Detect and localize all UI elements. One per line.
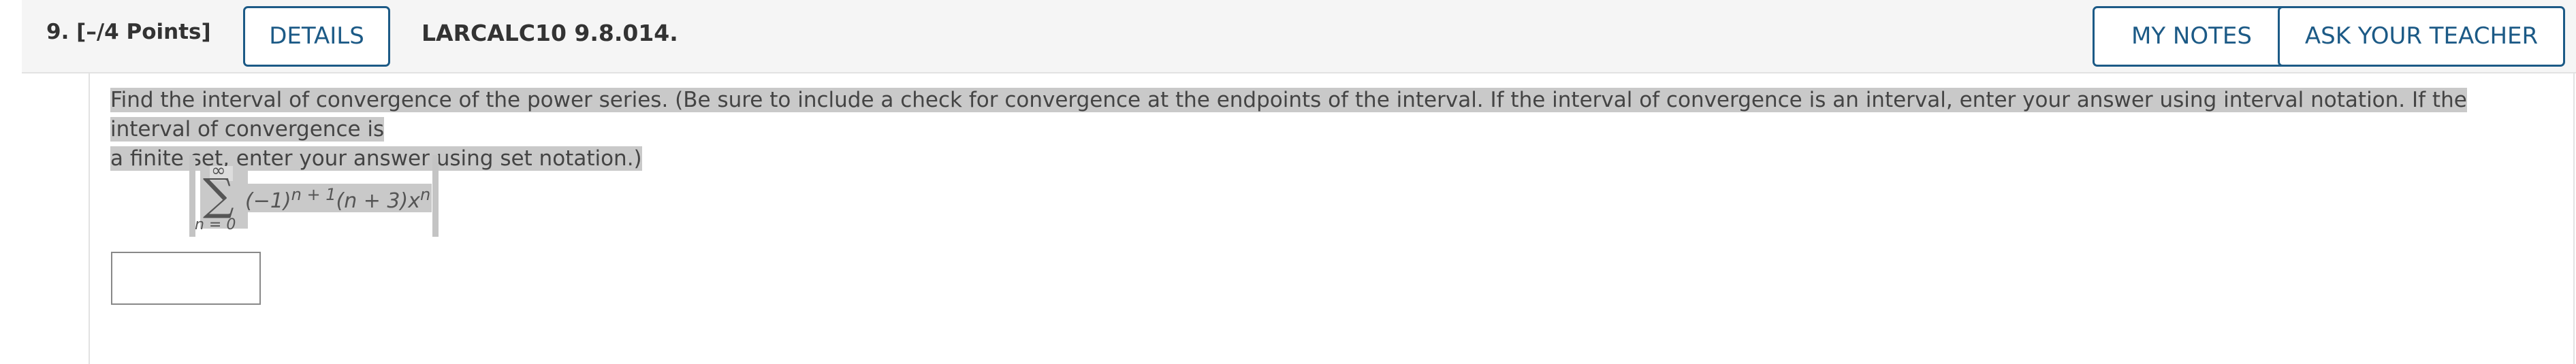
my-notes-button[interactable]: MY NOTES xyxy=(2093,6,2291,67)
right-divider xyxy=(2573,73,2575,364)
term-factor: (n + 3)x xyxy=(336,189,420,213)
prompt-line-1: Find the interval of convergence of the … xyxy=(110,88,2467,142)
formula-right-bar xyxy=(432,155,439,237)
question-code: LARCALC10 9.8.014. xyxy=(422,20,678,46)
term-power: n xyxy=(419,185,431,204)
term-exponent: n + 1 xyxy=(291,185,336,204)
question-number: 9. xyxy=(46,20,69,44)
summation-symbol: ∑ xyxy=(203,170,234,220)
lower-limit: n = 0 xyxy=(195,216,236,233)
question-header: 9. [–/4 Points] DETAILS LARCALC10 9.8.01… xyxy=(22,0,2576,73)
term-base: (−1) xyxy=(245,189,291,213)
left-divider xyxy=(89,73,90,364)
ask-your-teacher-button[interactable]: ASK YOUR TEACHER xyxy=(2278,6,2565,67)
question-number-points: 9. [–/4 Points] xyxy=(46,20,211,44)
details-button[interactable]: DETAILS xyxy=(243,6,390,67)
power-series-formula: ∞ ∑ n = 0 (−1)n + 1(n + 3)xn xyxy=(189,155,441,237)
question-points: [–/4 Points] xyxy=(76,20,211,44)
question-prompt: Find the interval of convergence of the … xyxy=(110,86,2554,173)
series-term: (−1)n + 1(n + 3)xn xyxy=(245,185,430,213)
answer-input[interactable] xyxy=(111,252,261,305)
